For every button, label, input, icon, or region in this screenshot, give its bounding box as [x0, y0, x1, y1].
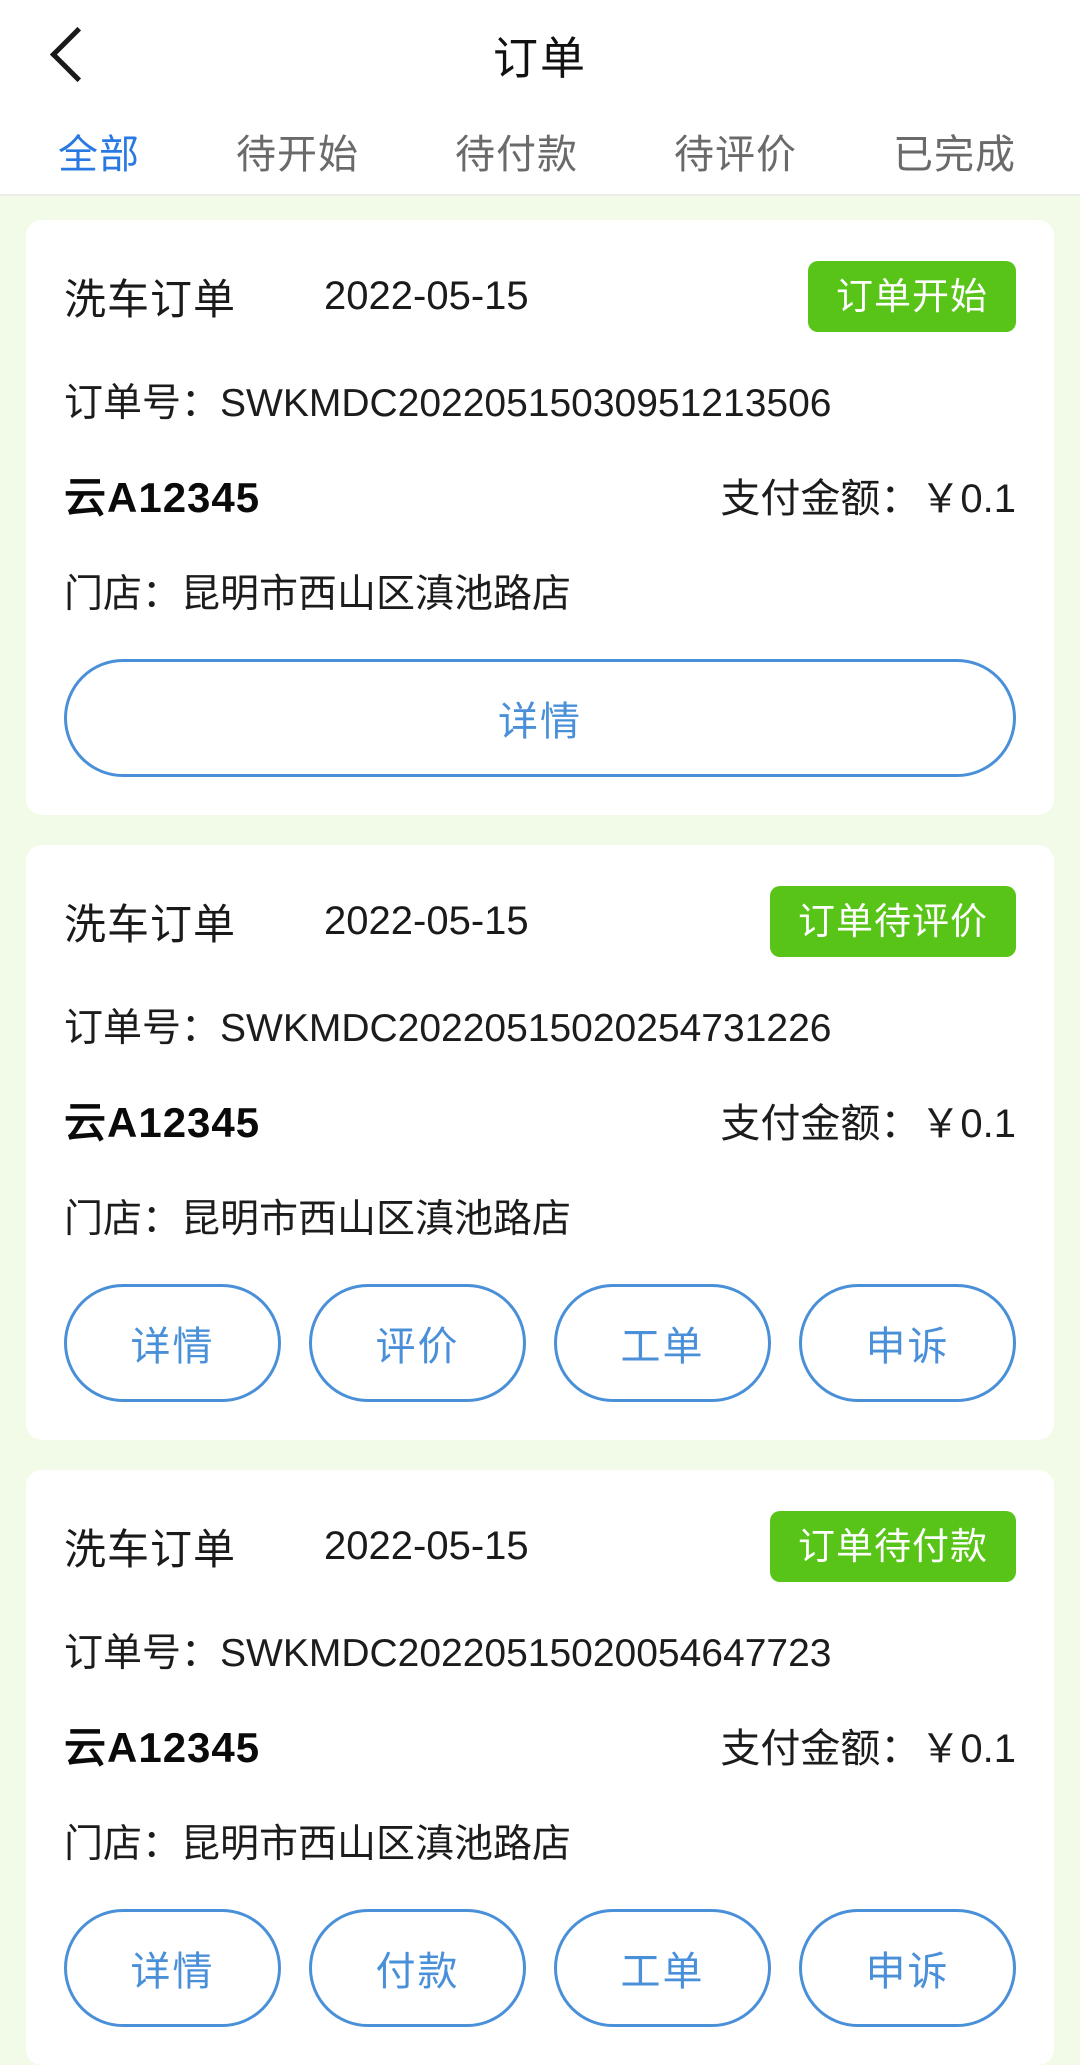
- order-list: 洗车订单 2022-05-15 订单开始 订单号：SWKMDC202205150…: [0, 196, 1080, 2065]
- order-card[interactable]: 洗车订单 2022-05-15 订单开始 订单号：SWKMDC202205150…: [26, 220, 1054, 815]
- order-card[interactable]: 洗车订单 2022-05-15 订单待评价 订单号：SWKMDC20220515…: [26, 845, 1054, 1440]
- order-type-label: 洗车订单: [64, 275, 237, 323]
- order-actions: 详情 评价 工单 申诉: [64, 1284, 1016, 1402]
- order-card[interactable]: 洗车订单 2022-05-15 订单待付款 订单号：SWKMDC20220515…: [26, 1470, 1054, 2065]
- page-title: 订单: [492, 32, 587, 84]
- order-number-text: 订单号：SWKMDC20220515030951213506: [64, 382, 832, 425]
- order-date-label: 2022-05-15: [324, 898, 529, 943]
- order-actions: 详情 付款 工单 申诉: [64, 1909, 1016, 2027]
- status-badge: 订单开始: [808, 260, 1016, 332]
- payment-amount-label: 支付金额：￥0.1: [720, 1102, 1016, 1146]
- tab-all[interactable]: 全部: [52, 122, 146, 180]
- back-button[interactable]: [24, 0, 120, 108]
- appeal-button[interactable]: 申诉: [799, 1909, 1016, 2027]
- navigation-bar: 订单: [0, 0, 1080, 108]
- payment-amount-label: 支付金额：￥0.1: [720, 477, 1016, 521]
- license-plate-label: 云A12345: [64, 1099, 261, 1146]
- plate-and-amount-row: 云A12345 支付金额：￥0.1: [64, 1089, 1016, 1150]
- store-label: 门店：昆明市西山区滇池路店: [64, 1198, 572, 1241]
- order-type-label: 洗车订单: [64, 1525, 237, 1573]
- detail-button[interactable]: 详情: [64, 659, 1016, 777]
- license-plate-label: 云A12345: [64, 1724, 261, 1771]
- order-status-tabs: 全部 待开始 待付款 待评价 已完成: [0, 108, 1080, 196]
- detail-button[interactable]: 详情: [64, 1909, 281, 2027]
- tab-pending-review[interactable]: 待评价: [668, 122, 803, 180]
- work-order-button[interactable]: 工单: [554, 1284, 771, 1402]
- plate-and-amount-row: 云A12345 支付金额：￥0.1: [64, 464, 1016, 525]
- order-type-label: 洗车订单: [64, 900, 237, 948]
- order-card-header: 洗车订单 2022-05-15 订单待付款: [64, 1504, 1016, 1588]
- tab-completed[interactable]: 已完成: [887, 122, 1022, 180]
- order-actions: 详情: [64, 659, 1016, 777]
- license-plate-label: 云A12345: [64, 474, 261, 521]
- status-badge: 订单待评价: [770, 885, 1016, 957]
- order-card-header: 洗车订单 2022-05-15 订单开始: [64, 254, 1016, 338]
- order-date-label: 2022-05-15: [324, 1523, 529, 1568]
- work-order-button[interactable]: 工单: [554, 1909, 771, 2027]
- appeal-button[interactable]: 申诉: [799, 1284, 1016, 1402]
- detail-button[interactable]: 详情: [64, 1284, 281, 1402]
- order-number-text: 订单号：SWKMDC20220515020254731226: [64, 1007, 832, 1050]
- order-date-label: 2022-05-15: [324, 273, 529, 318]
- chevron-left-icon: [49, 26, 105, 82]
- payment-amount-label: 支付金额：￥0.1: [720, 1727, 1016, 1771]
- plate-and-amount-row: 云A12345 支付金额：￥0.1: [64, 1714, 1016, 1775]
- review-button[interactable]: 评价: [309, 1284, 526, 1402]
- pay-button[interactable]: 付款: [309, 1909, 526, 2027]
- status-badge: 订单待付款: [770, 1510, 1016, 1582]
- order-number-text: 订单号：SWKMDC20220515020054647723: [64, 1632, 832, 1675]
- store-label: 门店：昆明市西山区滇池路店: [64, 1823, 572, 1866]
- order-card-header: 洗车订单 2022-05-15 订单待评价: [64, 879, 1016, 963]
- tab-pending-payment[interactable]: 待付款: [449, 122, 584, 180]
- tab-pending-start[interactable]: 待开始: [230, 122, 365, 180]
- store-label: 门店：昆明市西山区滇池路店: [64, 573, 572, 616]
